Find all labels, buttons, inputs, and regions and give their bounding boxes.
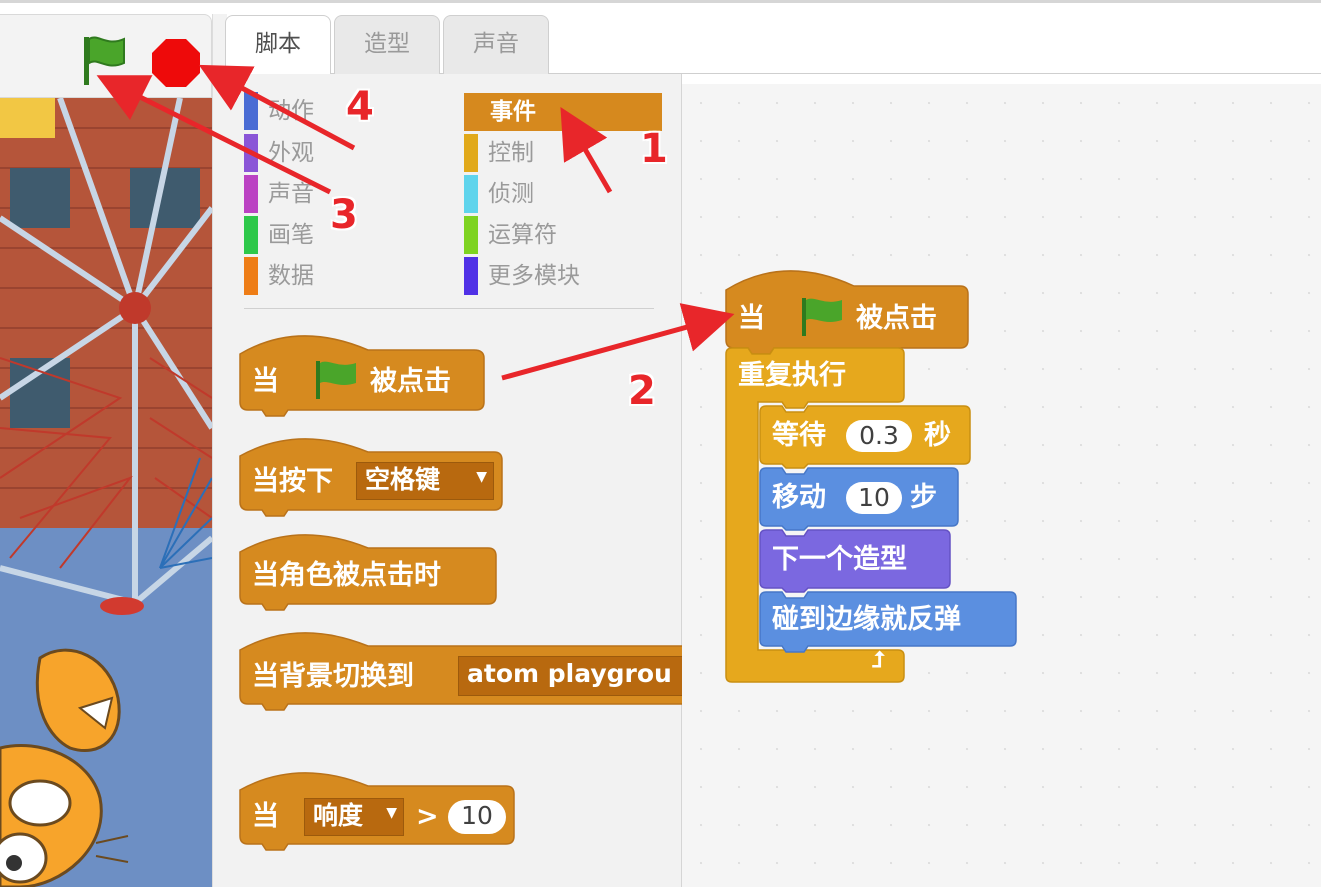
annotation-label-2: 2 (628, 368, 656, 414)
annotation-label-3: 3 (330, 192, 358, 238)
annotation-label-1: 1 (640, 126, 668, 172)
arrow-3 (96, 75, 332, 195)
arrow-4 (198, 64, 356, 151)
arrow-1 (560, 107, 613, 194)
arrow-2 (501, 303, 735, 381)
annotation-label-4: 4 (346, 84, 374, 130)
